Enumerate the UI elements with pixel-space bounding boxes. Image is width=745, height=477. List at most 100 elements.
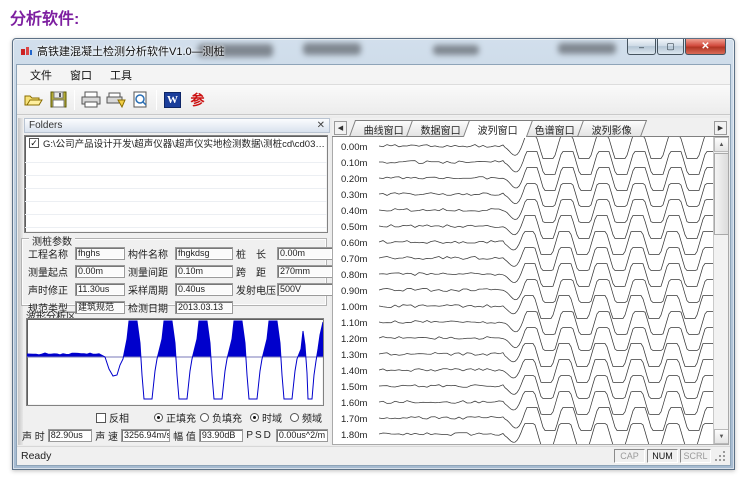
wave-trace [379, 152, 719, 175]
param-label: 测量起点 [28, 264, 72, 279]
scrollbar-thumb[interactable] [714, 153, 729, 235]
folders-panel-header[interactable]: Folders ✕ [24, 118, 330, 133]
wave-trace [379, 424, 719, 446]
readout-label: 声 速 [95, 428, 118, 443]
list-row[interactable] [25, 189, 327, 202]
readout-value[interactable]: 82.90us [48, 429, 92, 442]
invert-checkbox[interactable]: 反相 [96, 410, 129, 425]
depth-label: 0.60m [341, 238, 367, 249]
waveform-plot [27, 319, 323, 405]
param-value[interactable]: 2013.03.13 [175, 301, 233, 314]
param-value[interactable]: fhghs [75, 247, 125, 260]
param-value[interactable]: 建筑规范 [75, 301, 125, 314]
readout-value[interactable]: 0.00us^2/m [276, 429, 328, 442]
param-value[interactable]: 270mm [277, 265, 333, 278]
list-item[interactable]: ✓ G:\公司产品设计开发\超声仪器\超声仪实地检测数据\测桩cd\cd03\c… [25, 136, 327, 150]
reference-icon: 参 [191, 90, 205, 110]
list-row[interactable] [25, 202, 327, 215]
wave-trace [379, 280, 719, 303]
param-value[interactable]: 0.10m [175, 265, 233, 278]
readout-label: PSD [246, 430, 273, 441]
tab-scroll-right-icon[interactable]: ▶ [714, 121, 727, 135]
menu-item[interactable]: 工具 [101, 65, 141, 85]
scroll-down-icon[interactable]: ▼ [714, 429, 729, 444]
param-label: 采样周期 [128, 282, 172, 297]
depth-label: 0.90m [341, 286, 367, 297]
depth-label: 0.20m [341, 174, 367, 185]
param-label: 桩 长 [236, 246, 274, 261]
depth-label: 1.30m [341, 350, 367, 361]
preview-icon [132, 91, 149, 109]
word-export-button[interactable]: W [160, 88, 185, 112]
param-label: 声时修正 [28, 282, 72, 297]
radio-off-icon [200, 413, 209, 422]
print-button[interactable] [78, 88, 103, 112]
tab-scroll-left-icon[interactable]: ◀ [334, 121, 347, 135]
save-button[interactable] [46, 88, 71, 112]
list-row[interactable] [25, 163, 327, 176]
print-preview-button[interactable] [128, 88, 153, 112]
scroll-up-icon[interactable]: ▲ [714, 137, 729, 152]
menu-item[interactable]: 窗口 [61, 65, 101, 85]
waveform-chart[interactable] [26, 318, 324, 406]
word-icon: W [164, 92, 181, 108]
param-value[interactable]: 11.30us [75, 283, 125, 296]
waveform-outline [27, 321, 323, 399]
list-row[interactable] [25, 176, 327, 189]
menu-item[interactable]: 文件 [21, 65, 61, 85]
resize-grip-icon[interactable] [714, 450, 726, 462]
time-domain-radio[interactable]: 时域 [250, 410, 282, 425]
left-panel: Folders ✕ ✓ G:\公司产品设计开发\超声仪器\超声仪实地检测数据\测… [18, 118, 330, 445]
wave-trace [379, 376, 719, 399]
fill-negative-radio[interactable]: 负填充 [200, 410, 242, 425]
readout-value[interactable]: 93.90dB [199, 429, 243, 442]
vertical-scrollbar[interactable]: ▲ ▼ [713, 137, 728, 444]
tab-3[interactable]: 波列窗口 [463, 120, 533, 137]
param-value[interactable]: 0.00m [75, 265, 125, 278]
wave-trace [379, 344, 719, 367]
wave-trace [379, 328, 719, 351]
param-value[interactable]: fhgkdsg [175, 247, 233, 260]
wave-train-plot [379, 137, 719, 445]
folders-list[interactable]: ✓ G:\公司产品设计开发\超声仪器\超声仪实地检测数据\测桩cd\cd03\c… [24, 135, 328, 233]
depth-label: 1.20m [341, 334, 367, 345]
close-button[interactable]: ✕ [685, 39, 726, 55]
minimize-button[interactable]: – [627, 39, 656, 55]
readout-value[interactable]: 3256.94m/s [121, 429, 170, 442]
param-value[interactable]: 0.00m [277, 247, 333, 260]
folders-close-icon[interactable]: ✕ [317, 121, 325, 131]
depth-label: 1.80m [341, 430, 367, 441]
list-row[interactable] [25, 215, 327, 228]
wave-trace [379, 200, 719, 223]
param-value[interactable]: 0.40us [175, 283, 233, 296]
open-button[interactable] [21, 88, 46, 112]
radio-off-icon [290, 413, 299, 422]
checkbox-checked-icon[interactable]: ✓ [29, 138, 39, 148]
readout-row: 声 时82.90us声 速3256.94m/s幅 值93.90dBPSD0.00… [22, 428, 328, 443]
right-panel: ◀ 曲线窗口数据窗口波列窗口色谱窗口波列影像 ▶ 0.00m0.10m0.20m… [332, 118, 729, 445]
wave-trace [379, 232, 719, 255]
toolbar: W 参 [17, 85, 730, 115]
title-bar[interactable]: 高铁建混凝土检测分析软件V1.0—测桩 – ▢ ✕ [13, 39, 734, 63]
reference-button[interactable]: 参 [185, 88, 210, 112]
wave-trace [379, 360, 719, 383]
status-indicator-scrl: SCRL [680, 449, 711, 463]
titlebar-reflection [558, 43, 616, 54]
folder-path: G:\公司产品设计开发\超声仪器\超声仪实地检测数据\测桩cd\cd03\cd0… [43, 136, 327, 150]
fill-positive-radio[interactable]: 正填充 [154, 410, 196, 425]
status-indicator-num: NUM [647, 449, 678, 463]
depth-label: 1.00m [341, 302, 367, 313]
list-row[interactable] [25, 150, 327, 163]
print-setup-button[interactable] [103, 88, 128, 112]
param-value[interactable]: 500V [277, 283, 333, 296]
maximize-button[interactable]: ▢ [657, 39, 684, 55]
tab-5[interactable]: 波列影像 [577, 120, 647, 137]
freq-domain-radio[interactable]: 频域 [290, 410, 322, 425]
status-indicators: CAPNUMSCRL [614, 449, 711, 463]
page-heading: 分析软件: [10, 5, 79, 29]
wave-train-area[interactable]: 0.00m0.10m0.20m0.30m0.40m0.50m0.60m0.70m… [332, 137, 729, 445]
invert-label: 反相 [109, 410, 129, 425]
readout-label: 幅 值 [173, 428, 196, 443]
client-area: Folders ✕ ✓ G:\公司产品设计开发\超声仪器\超声仪实地检测数据\测… [17, 116, 730, 446]
titlebar-reflection [433, 45, 479, 55]
